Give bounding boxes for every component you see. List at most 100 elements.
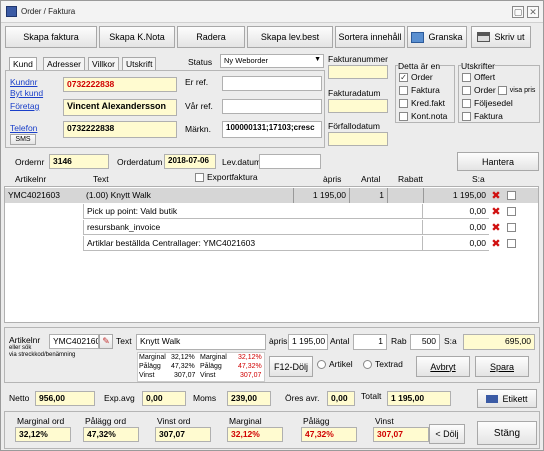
marginal-sum-label: Marginal xyxy=(229,416,262,426)
er-ref-field[interactable] xyxy=(222,76,322,91)
visa-pris-checkbox[interactable] xyxy=(497,85,507,95)
order-print-checkbox[interactable]: Order visa pris xyxy=(462,85,535,95)
order-type-label: Order xyxy=(411,72,433,82)
margin-info-box: Marginal 32,12% Marginal 32,12% Pålägg 4… xyxy=(137,352,265,382)
edit-rab-field[interactable]: 500 xyxy=(410,334,440,350)
orderdatum-field[interactable]: 2018-07-06 xyxy=(164,154,216,169)
minimize-icon[interactable]: ▢ xyxy=(512,6,524,18)
row-sa: 0,00 xyxy=(423,236,489,251)
kundnr-field[interactable]: 0732222838 xyxy=(63,77,177,92)
sms-button[interactable]: SMS xyxy=(10,134,36,145)
order-window: Order / Faktura ▢ ✕ Skapa faktura Skapa … xyxy=(0,0,544,451)
tab-kund[interactable]: Kund xyxy=(9,57,37,70)
exportfaktura-checkbox[interactable]: Exportfaktura xyxy=(195,172,258,182)
var-ref-field[interactable] xyxy=(222,99,322,114)
faktura-print-label: Faktura xyxy=(474,111,503,121)
edit-apris-label: àpris xyxy=(269,336,288,346)
forfallodatum-field[interactable] xyxy=(328,132,388,146)
row-checkbox[interactable] xyxy=(507,239,516,248)
palagg2-label: Pålägg xyxy=(200,363,222,370)
status-label: Status xyxy=(188,57,213,67)
utskrifter-title: Utskrifter xyxy=(461,61,495,71)
table-row[interactable]: resursbank_invoice 0,00 xyxy=(5,220,538,235)
table-row[interactable]: Artiklar beställda Centrallager: YMC4021… xyxy=(5,236,538,251)
skapa-faktura-button[interactable]: Skapa faktura xyxy=(5,26,97,48)
palagg-value: 47,32% xyxy=(171,363,195,370)
vinst-sum-label: Vinst xyxy=(375,416,394,426)
artikel-radio[interactable]: Artikel xyxy=(317,359,353,369)
order-type-checkbox[interactable]: ✓ Order xyxy=(399,72,433,82)
byt-kund-link[interactable]: Byt kund xyxy=(10,88,43,98)
textrad-radio[interactable]: Textrad xyxy=(363,359,403,369)
checkbox-checked-icon: ✓ xyxy=(399,72,408,82)
edit-artikelnr-field[interactable]: YMC4021603 xyxy=(49,334,99,349)
etikett-label: Etikett xyxy=(502,393,528,404)
kundnr-link[interactable]: Kundnr xyxy=(10,77,37,87)
delete-row-icon[interactable]: ✖ xyxy=(491,191,501,202)
stang-button[interactable]: Stäng xyxy=(477,421,537,445)
ores-field: 0,00 xyxy=(327,391,355,406)
col-apris: àpris xyxy=(323,174,342,184)
row-checkbox[interactable] xyxy=(507,223,516,232)
row-sa: 0,00 xyxy=(423,220,489,235)
skriv-ut-button[interactable]: Skriv ut xyxy=(471,26,531,48)
row-sa: 0,00 xyxy=(423,204,489,219)
radera-button[interactable]: Radera xyxy=(177,26,245,48)
row-checkbox[interactable] xyxy=(507,207,516,216)
col-rabatt: Rabatt xyxy=(398,174,424,184)
fakturanummer-label: Fakturanummer xyxy=(328,54,388,64)
etikett-button[interactable]: Etikett xyxy=(477,389,537,408)
markn-field[interactable]: 100000131;17103;cresc xyxy=(222,121,322,138)
edit-antal-field[interactable]: 1 xyxy=(353,334,387,350)
vinst2-label: Vinst xyxy=(200,372,216,379)
telefon-field[interactable]: 0732222838 xyxy=(63,121,177,138)
var-ref-label: Vår ref. xyxy=(185,101,213,111)
edit-text-field[interactable]: Knytt Walk xyxy=(136,334,266,350)
kred-fakt-checkbox[interactable]: Kred.fakt xyxy=(399,98,445,108)
offert-checkbox[interactable]: Offert xyxy=(462,72,495,82)
via-streckkod-label: via streckkod/benämning xyxy=(9,352,76,358)
sortera-button[interactable]: Sortera innehåll xyxy=(335,26,405,48)
delete-row-icon[interactable]: ✖ xyxy=(491,223,501,234)
delete-row-icon[interactable]: ✖ xyxy=(491,207,501,218)
skriv-ut-label: Skriv ut xyxy=(494,32,525,42)
marginal-ord-label: Marginal ord xyxy=(17,416,65,426)
search-icon[interactable]: ✎ xyxy=(99,334,113,349)
tab-utskrift[interactable]: Utskrift xyxy=(122,57,157,70)
delete-row-icon[interactable]: ✖ xyxy=(491,239,501,250)
skapa-levbest-button[interactable]: Skapa lev.best xyxy=(247,26,333,48)
granska-button[interactable]: Granska xyxy=(407,26,467,48)
row-checkbox[interactable] xyxy=(507,191,516,200)
hantera-button[interactable]: Hantera xyxy=(457,152,539,171)
dolj-button[interactable]: < Dölj xyxy=(429,424,465,444)
close-icon[interactable]: ✕ xyxy=(527,6,539,18)
levdatum-field[interactable] xyxy=(259,154,321,169)
fakturanummer-field[interactable] xyxy=(328,65,388,79)
table-row[interactable]: Pick up point: Vald butik 0,00 xyxy=(5,204,538,219)
row-text: Artiklar beställda Centrallager: YMC4021… xyxy=(83,236,423,251)
kont-nota-checkbox[interactable]: Kont.nota xyxy=(399,111,447,121)
tab-adresser[interactable]: Adresser xyxy=(43,57,86,70)
edit-sa-field[interactable]: 695,00 xyxy=(463,334,535,350)
foretag-field[interactable]: Vincent Alexandersson xyxy=(63,99,177,116)
ordernr-field[interactable]: 3146 xyxy=(49,154,109,169)
faktura-type-checkbox[interactable]: Faktura xyxy=(399,85,440,95)
fakturadatum-field[interactable] xyxy=(328,99,388,113)
f12-dolj-button[interactable]: F12-Dölj xyxy=(269,356,313,377)
vinst-label: Vinst xyxy=(139,372,155,379)
table-row[interactable]: YMC4021603 (1.00) Knytt Walk 1 195,00 1 … xyxy=(5,188,538,203)
telefon-link[interactable]: Telefon xyxy=(10,123,37,133)
tab-villkor[interactable]: Villkor xyxy=(88,57,119,70)
palagg2-value: 47,32% xyxy=(238,363,262,370)
kont-nota-label: Kont.nota xyxy=(411,111,448,121)
faktura-print-checkbox[interactable]: Faktura xyxy=(462,111,503,121)
foljesedel-checkbox[interactable]: Följesedel xyxy=(462,98,513,108)
status-select[interactable]: Ny Weborder ▼ xyxy=(220,54,324,68)
label-icon xyxy=(486,394,499,403)
spara-button[interactable]: Spara xyxy=(475,356,529,377)
foretag-link[interactable]: Företag xyxy=(10,101,39,111)
edit-apris-field[interactable]: 1 195,00 xyxy=(288,334,328,350)
order-print-label: Order xyxy=(474,85,496,95)
skapa-knota-button[interactable]: Skapa K.Nota xyxy=(99,26,175,48)
avbryt-button[interactable]: Avbryt xyxy=(416,356,470,377)
